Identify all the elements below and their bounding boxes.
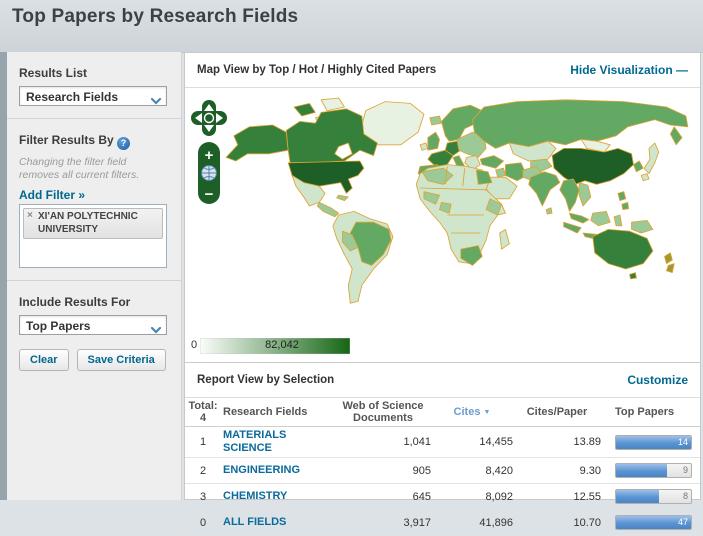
- wos-value: 3,917: [403, 516, 431, 529]
- total-value: 4: [199, 412, 207, 424]
- zoom-in-icon: +: [205, 147, 214, 164]
- top-papers-value: 14: [677, 436, 688, 447]
- cites-paper-value: 10.70: [573, 516, 601, 529]
- results-list-label: Results List: [19, 66, 88, 80]
- results-list-dropdown[interactable]: Research Fields: [19, 86, 167, 106]
- save-criteria-button[interactable]: Save Criteria: [76, 349, 166, 372]
- customize-link[interactable]: Customize: [627, 373, 688, 387]
- filter-tag-label: XI'AN POLYTECHNIC UNIVERSITY: [38, 211, 138, 235]
- results-list-value: Research Fields: [26, 90, 119, 104]
- world-map[interactable]: + −: [185, 88, 700, 335]
- minus-icon: —: [676, 63, 688, 77]
- report-view-title: Report View by Selection: [197, 374, 335, 386]
- main-panel: Map View by Top / Hot / Highly Cited Pap…: [184, 52, 701, 536]
- field-link[interactable]: ALL FIELDS: [223, 516, 286, 529]
- cites-value: 8,420: [485, 464, 513, 477]
- col-research-fields: Research Fields: [223, 406, 308, 418]
- sidebar: Results List Research Fields Filter Resu…: [7, 52, 182, 500]
- chevron-down-icon: [150, 92, 162, 112]
- left-edge-strip: [0, 52, 7, 500]
- clear-button[interactable]: Clear: [19, 349, 69, 372]
- table-row: 1 MATERIALS SCIENCE 1,041 14,455 13.89 1…: [185, 427, 700, 459]
- map-view-title: Map View by Top / Hot / Highly Cited Pap…: [197, 64, 437, 76]
- top-papers-bar: 8: [615, 489, 692, 505]
- col-cites-paper: Cites/Paper: [526, 406, 588, 418]
- include-results-section: Include Results For Top Papers: [7, 281, 181, 336]
- sidebar-buttons: Clear Save Criteria: [19, 349, 181, 372]
- table-row: 3 CHEMISTRY 645 8,092 12.55 8: [185, 484, 700, 511]
- col-cites-sort[interactable]: Cites ▼: [431, 406, 513, 418]
- top-papers-bar: 9: [615, 463, 692, 479]
- wos-value: 1,041: [403, 436, 431, 449]
- table-row: 0 ALL FIELDS 3,917 41,896 10.70 47: [185, 510, 700, 536]
- cites-paper-value: 9.30: [579, 464, 601, 477]
- filter-note: Changing the filter field removes all cu…: [19, 156, 140, 182]
- zoom-out-icon: −: [205, 186, 214, 203]
- col-top-papers: Top Papers: [615, 406, 675, 418]
- include-results-dropdown[interactable]: Top Papers: [19, 315, 167, 336]
- wos-value: 905: [412, 464, 431, 477]
- field-link[interactable]: CHEMISTRY: [223, 490, 287, 503]
- help-icon[interactable]: ?: [117, 137, 131, 150]
- hide-visualization-link[interactable]: Hide Visualization —: [570, 63, 688, 77]
- cites-paper-value: 12.55: [573, 490, 601, 503]
- page-header: Top Papers by Research Fields: [0, 0, 703, 53]
- include-results-label: Include Results For: [19, 295, 131, 310]
- top-papers-bar: 14: [615, 434, 692, 450]
- choropleth-map: [225, 97, 689, 304]
- table-header-row: Total: 4 Research Fields Web of Science …: [185, 398, 700, 427]
- row-rank: 3: [199, 490, 207, 503]
- cites-value: 14,455: [479, 436, 513, 449]
- zoom-control[interactable]: + −: [198, 142, 220, 204]
- include-results-value: Top Papers: [26, 319, 91, 334]
- filter-tag[interactable]: × XI'AN POLYTECHNIC UNIVERSITY: [23, 208, 163, 240]
- report-view-header: Report View by Selection Customize: [185, 363, 700, 398]
- total-label: Total:: [188, 400, 218, 412]
- sort-arrow-icon: ▼: [483, 409, 491, 416]
- top-papers-value: 9: [682, 465, 688, 476]
- filter-section: Filter Results By ? Changing the filter …: [7, 119, 181, 269]
- cites-value: 41,896: [479, 516, 513, 529]
- top-papers-value: 47: [677, 517, 688, 528]
- row-rank: 2: [199, 464, 207, 477]
- chevron-down-icon: [150, 321, 162, 341]
- map-view-header: Map View by Top / Hot / Highly Cited Pap…: [185, 53, 700, 88]
- pan-control[interactable]: [191, 100, 227, 136]
- cites-value: 8,092: [485, 490, 513, 503]
- cites-paper-value: 13.89: [573, 436, 601, 449]
- legend-max: 82,042: [265, 339, 299, 351]
- results-table: Total: 4 Research Fields Web of Science …: [185, 398, 700, 536]
- row-rank: 0: [199, 516, 207, 529]
- filter-list-box[interactable]: × XI'AN POLYTECHNIC UNIVERSITY: [19, 204, 167, 269]
- row-rank: 1: [199, 436, 207, 449]
- filter-by-label: Filter Results By: [19, 133, 114, 147]
- map-controls: + −: [191, 100, 227, 204]
- map-legend: 0 82,042: [185, 335, 700, 363]
- top-papers-value: 8: [682, 491, 688, 502]
- wos-value: 645: [412, 490, 431, 503]
- col-wos-documents: Web of Science Documents: [342, 400, 424, 424]
- add-filter-link[interactable]: Add Filter »: [19, 188, 85, 202]
- page-title: Top Papers by Research Fields: [12, 6, 299, 27]
- field-link[interactable]: ENGINEERING: [223, 464, 300, 477]
- hide-visualization-label: Hide Visualization: [570, 63, 673, 77]
- cites-label: Cites: [453, 406, 481, 418]
- table-row: 2 ENGINEERING 905 8,420 9.30 9: [185, 458, 700, 485]
- remove-filter-icon[interactable]: ×: [27, 210, 33, 223]
- top-papers-bar: 47: [615, 515, 692, 531]
- field-link[interactable]: MATERIALS SCIENCE: [223, 429, 335, 455]
- legend-min: 0: [191, 339, 198, 351]
- filter-by-label-row: Filter Results By ?: [19, 133, 181, 150]
- total-header: Total: 4: [185, 400, 221, 424]
- results-list-section: Results List Research Fields: [7, 52, 181, 106]
